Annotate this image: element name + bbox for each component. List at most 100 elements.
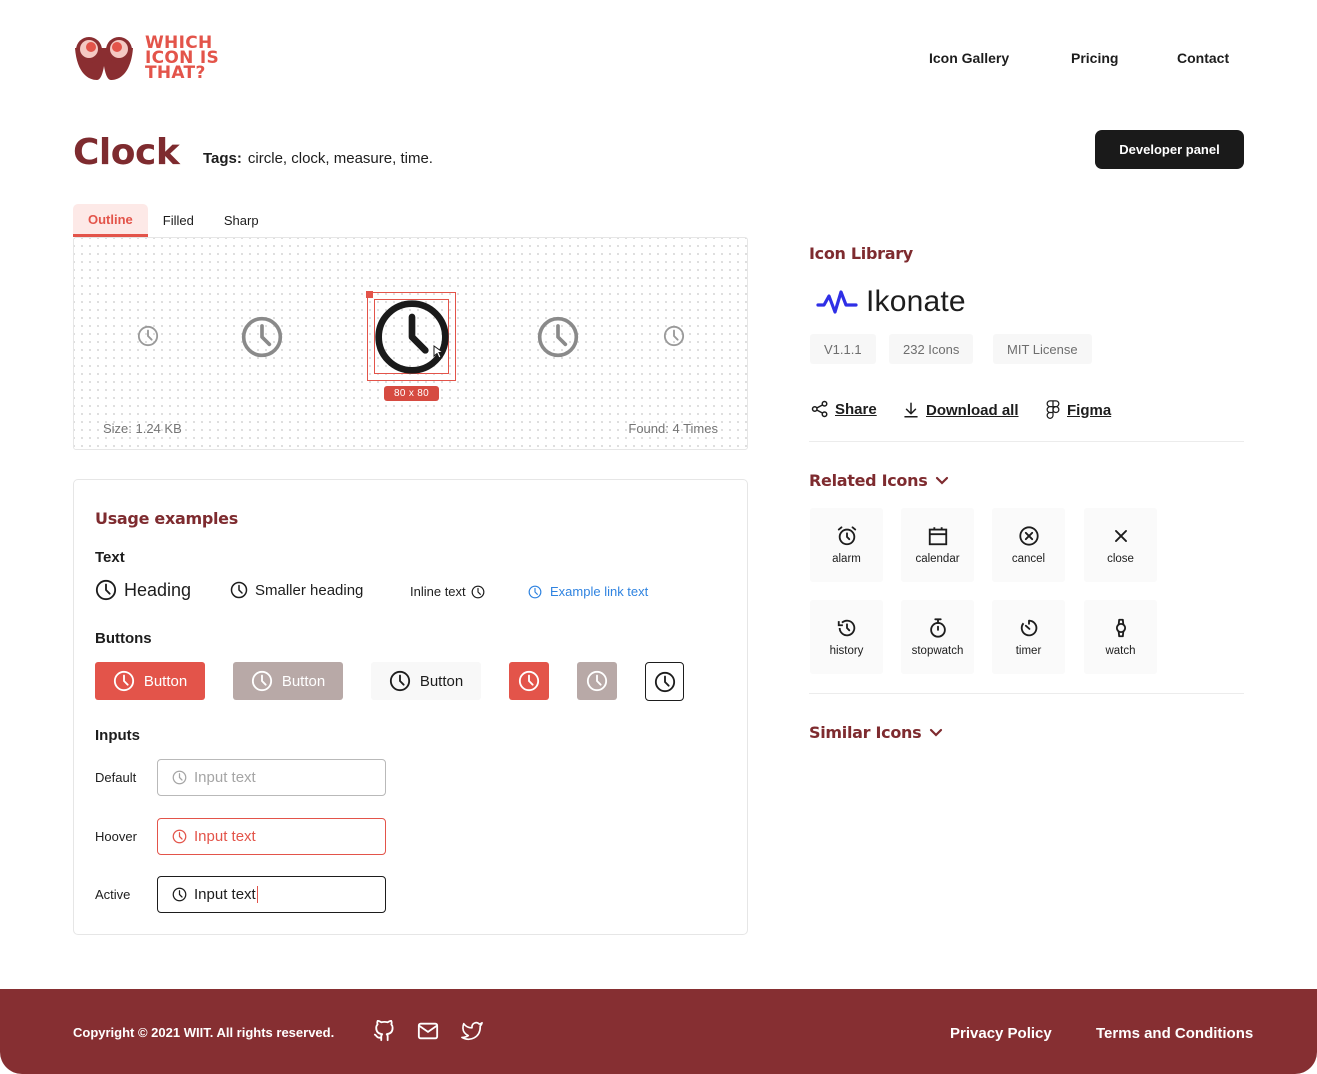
history-icon xyxy=(837,619,855,637)
icon-library-title: Icon Library xyxy=(809,244,913,263)
input-value: Input text xyxy=(194,769,256,786)
privacy-policy-link[interactable]: Privacy Policy xyxy=(950,1025,1052,1042)
nav-pricing[interactable]: Pricing xyxy=(1071,50,1118,66)
clock-icon xyxy=(172,829,187,844)
clock-icon xyxy=(172,770,187,785)
related-label: timer xyxy=(1015,645,1042,657)
figma-icon xyxy=(1046,400,1060,419)
clock-icon xyxy=(528,585,542,599)
download-all-link[interactable]: Download all xyxy=(902,400,1019,420)
clock-icon xyxy=(389,670,411,692)
text-caret xyxy=(256,886,258,903)
input-hover[interactable]: Input text xyxy=(157,818,386,855)
usage-title: Usage examples xyxy=(95,509,238,528)
share-icon xyxy=(811,400,828,418)
mail-icon[interactable] xyxy=(416,1020,440,1042)
text-section-label: Text xyxy=(95,549,125,566)
usage-examples-card: Usage examples Text Heading Smaller head… xyxy=(73,479,748,935)
input-active-label: Active xyxy=(95,887,131,902)
disabled-icon-button[interactable] xyxy=(577,662,617,700)
logo-text: WHICH ICON IS THAT? xyxy=(145,32,220,83)
related-label: cancel xyxy=(1011,553,1046,565)
download-icon xyxy=(904,402,918,418)
download-label: Download all xyxy=(926,401,1019,419)
nav-contact[interactable]: Contact xyxy=(1177,50,1229,66)
alarm-icon xyxy=(837,526,856,546)
share-label: Share xyxy=(835,400,877,418)
ikonate-logo-icon xyxy=(816,290,858,314)
terms-link[interactable]: Terms and Conditions xyxy=(1096,1025,1253,1042)
clock-icon xyxy=(251,670,273,692)
twitter-icon[interactable] xyxy=(460,1020,484,1042)
related-item-stopwatch[interactable]: stopwatch xyxy=(901,600,974,674)
clock-icon-xs-2[interactable] xyxy=(663,325,685,347)
similar-icons-title: Similar Icons xyxy=(809,723,922,742)
related-item-alarm[interactable]: alarm xyxy=(810,508,883,582)
related-item-timer[interactable]: timer xyxy=(992,600,1065,674)
primary-button[interactable]: Button xyxy=(95,662,205,700)
related-icons-toggle[interactable]: Related Icons xyxy=(809,471,949,490)
developer-panel-button[interactable]: Developer panel xyxy=(1095,130,1244,169)
smaller-heading-text: Smaller heading xyxy=(255,581,364,599)
clock-icon xyxy=(230,581,248,599)
divider xyxy=(809,693,1244,694)
related-label: close xyxy=(1107,553,1134,565)
tags-label: Tags: xyxy=(203,150,242,167)
similar-icons-toggle[interactable]: Similar Icons xyxy=(809,723,943,742)
link-text[interactable]: Example link text xyxy=(550,584,648,599)
library-brand[interactable]: Ikonate xyxy=(816,285,966,319)
tab-filled[interactable]: Filled xyxy=(148,204,209,237)
page-title: Clock xyxy=(73,132,180,173)
file-size: Size: 1.24 KB xyxy=(103,421,182,436)
calendar-icon xyxy=(928,527,947,546)
clock-icon xyxy=(586,670,608,692)
related-label: history xyxy=(829,645,864,657)
tab-outline[interactable]: Outline xyxy=(73,204,148,237)
clock-icon-sm[interactable] xyxy=(240,315,284,359)
selected-icon-frame[interactable] xyxy=(366,291,456,381)
input-hover-label: Hoover xyxy=(95,829,137,844)
input-default[interactable]: Input text xyxy=(157,759,386,796)
heading-text: Heading xyxy=(124,579,192,600)
related-label: calendar xyxy=(915,553,960,565)
inputs-section-label: Inputs xyxy=(95,727,140,744)
clock-icon-xs[interactable] xyxy=(137,325,159,347)
tab-sharp[interactable]: Sharp xyxy=(209,204,274,237)
logo[interactable]: WHICH ICON IS THAT? xyxy=(73,34,219,82)
related-item-watch[interactable]: watch xyxy=(1084,600,1157,674)
style-tabs: Outline Filled Sharp xyxy=(73,204,274,237)
version-pill: V1.1.1 xyxy=(810,334,876,364)
input-default-label: Default xyxy=(95,770,137,785)
disabled-button[interactable]: Button xyxy=(233,662,343,700)
figma-link[interactable]: Figma xyxy=(1045,400,1111,420)
button-label: Button xyxy=(419,672,464,690)
nav-icon-gallery[interactable]: Icon Gallery xyxy=(929,50,1009,66)
found-count: Found: 4 Times xyxy=(628,421,718,436)
related-item-calendar[interactable]: calendar xyxy=(901,508,974,582)
related-label: watch xyxy=(1105,645,1136,657)
share-link[interactable]: Share xyxy=(811,400,877,418)
input-active[interactable]: Input text xyxy=(157,876,386,913)
figma-label: Figma xyxy=(1067,401,1112,419)
smaller-heading-example: Smaller heading xyxy=(230,581,363,599)
outline-icon-button[interactable] xyxy=(645,662,684,701)
clock-icon xyxy=(654,671,676,693)
clock-icon xyxy=(471,585,485,599)
library-name: Ikonate xyxy=(866,285,966,318)
related-label: stopwatch xyxy=(911,645,964,657)
primary-icon-button[interactable] xyxy=(509,662,549,700)
example-link[interactable]: Example link text xyxy=(528,584,648,599)
secondary-button[interactable]: Button xyxy=(371,662,481,700)
github-icon[interactable] xyxy=(373,1020,395,1042)
input-value: Input text xyxy=(194,828,256,845)
footer: Copyright © 2021 WIIT. All rights reserv… xyxy=(0,989,1317,1074)
related-item-cancel[interactable]: cancel xyxy=(992,508,1065,582)
tags-value: circle, clock, measure, time. xyxy=(247,150,433,167)
clock-icon-md[interactable] xyxy=(536,315,580,359)
related-icons-title: Related Icons xyxy=(809,471,928,490)
related-item-history[interactable]: history xyxy=(810,600,883,674)
inline-text: Inline text xyxy=(410,584,466,599)
related-item-close[interactable]: close xyxy=(1084,508,1157,582)
copyright: Copyright © 2021 WIIT. All rights reserv… xyxy=(73,1025,335,1040)
stopwatch-icon xyxy=(929,618,946,638)
